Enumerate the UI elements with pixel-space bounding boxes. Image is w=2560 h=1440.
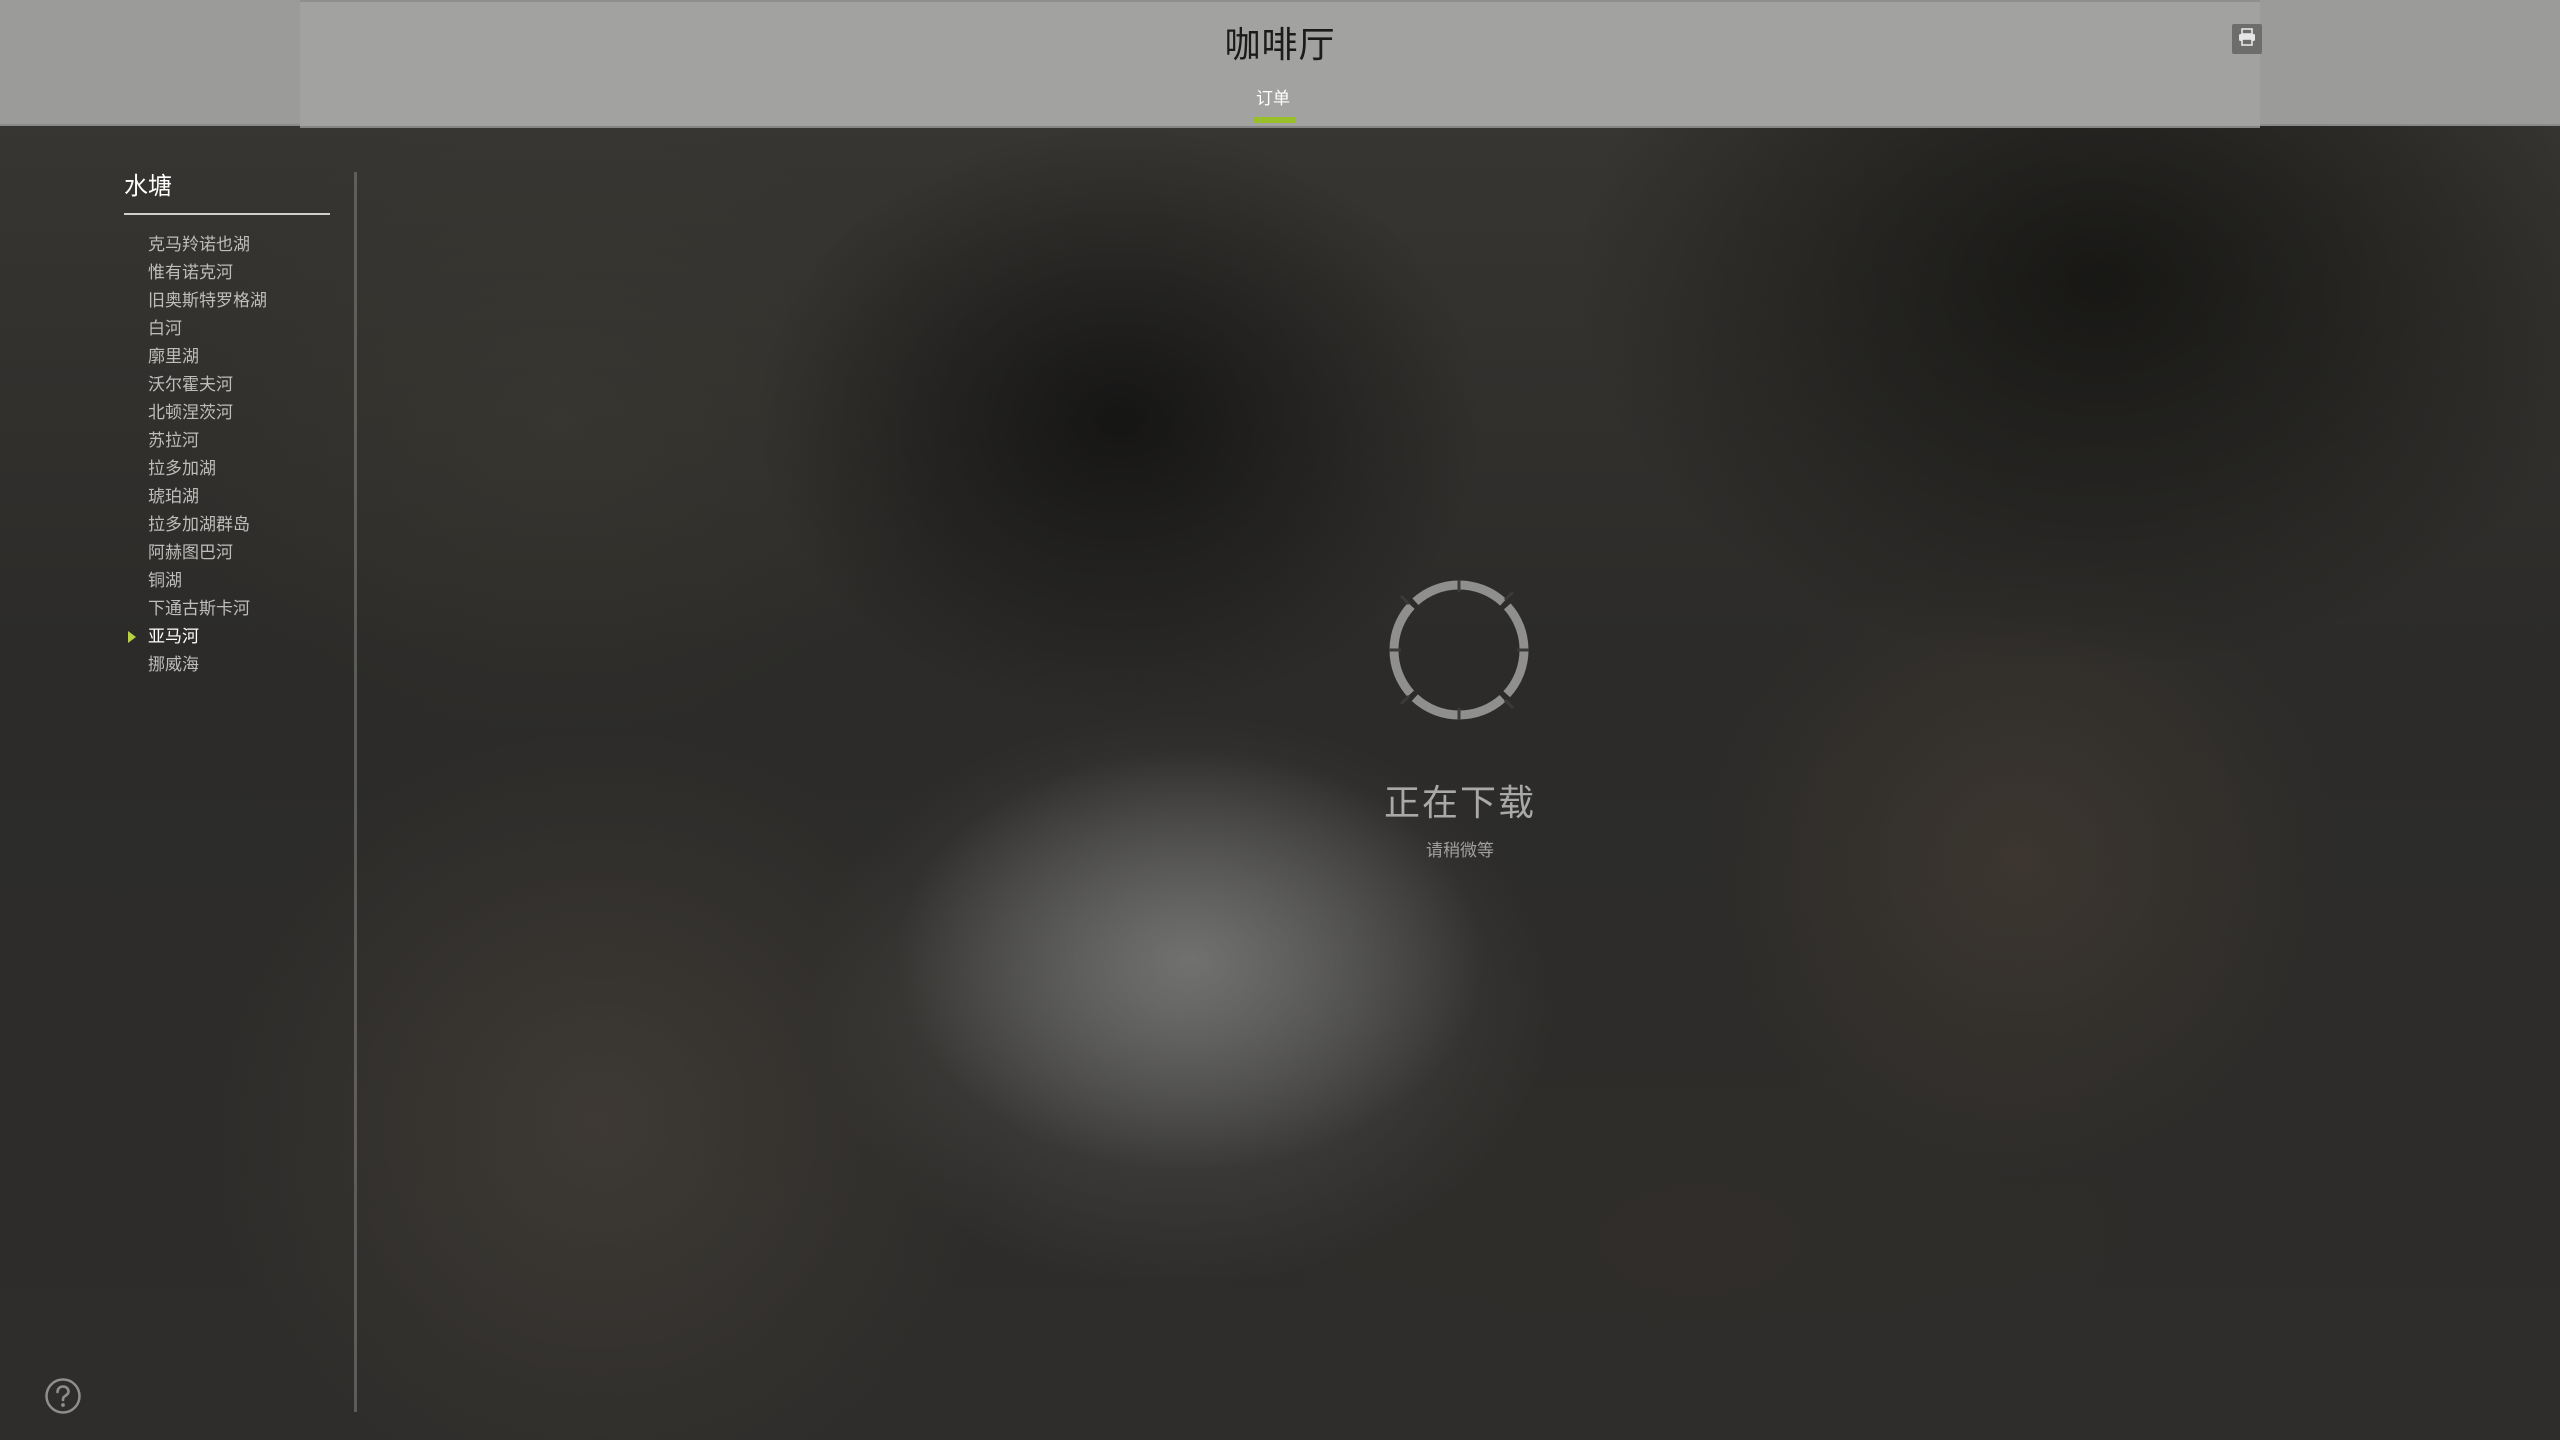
sidebar-item-label: 亚马河 (148, 627, 199, 647)
sidebar-item[interactable]: 挪威海 (124, 651, 330, 679)
sidebar-item[interactable]: 克马羚诺也湖 (124, 231, 330, 259)
sidebar-item-label: 沃尔霍夫河 (148, 375, 233, 395)
loading-title: 正在下载 (1383, 783, 1536, 824)
loading-subtitle: 请稍微等 (1426, 841, 1494, 861)
sidebar-item-label: 苏拉河 (148, 431, 199, 451)
sidebar-list: 克马羚诺也湖 惟有诺克河 旧奥斯特罗格湖 白河 廓里湖 沃尔霍夫河 北顿涅茨河 … (124, 231, 330, 679)
sidebar-item[interactable]: 北顿涅茨河 (124, 399, 330, 427)
sidebar-item[interactable]: 拉多加湖群岛 (124, 511, 330, 539)
sidebar-item-label: 北顿涅茨河 (148, 403, 233, 423)
sidebar-item-label: 挪威海 (148, 655, 199, 675)
sidebar-item[interactable]: 铜湖 (124, 567, 330, 595)
sidebar-item-active[interactable]: 亚马河 (124, 623, 330, 651)
sidebar-item-label: 拉多加湖群岛 (148, 515, 250, 535)
sidebar-item-label: 下通古斯卡河 (148, 599, 250, 619)
sidebar-item[interactable]: 惟有诺克河 (124, 259, 330, 287)
sidebar-item-label: 白河 (148, 319, 182, 339)
page-title: 咖啡厅 (1224, 25, 1336, 66)
sidebar-item-label: 克马羚诺也湖 (148, 235, 250, 255)
sidebar-item[interactable]: 拉多加湖 (124, 455, 330, 483)
sidebar-item-label: 拉多加湖 (148, 459, 216, 479)
loading-spinner-icon (1389, 580, 1529, 720)
active-marker-icon (128, 631, 136, 643)
printer-icon (2237, 27, 2257, 51)
sidebar-item-label: 旧奥斯特罗格湖 (148, 291, 267, 311)
printer-button[interactable] (2232, 24, 2262, 54)
tab-active-indicator (1254, 117, 1296, 123)
sidebar-item[interactable]: 下通古斯卡河 (124, 595, 330, 623)
sidebar-scrollbar[interactable] (354, 172, 357, 1412)
sidebar-item-label: 廓里湖 (148, 347, 199, 367)
sidebar-item-label: 阿赫图巴河 (148, 543, 233, 563)
sidebar-item-label: 惟有诺克河 (148, 263, 233, 283)
help-icon (45, 1378, 81, 1414)
sidebar-item[interactable]: 阿赫图巴河 (124, 539, 330, 567)
sidebar-item[interactable]: 白河 (124, 315, 330, 343)
sidebar-item-label: 琥珀湖 (148, 487, 199, 507)
sidebar-item[interactable]: 廓里湖 (124, 343, 330, 371)
sidebar-item[interactable]: 旧奥斯特罗格湖 (124, 287, 330, 315)
sidebar-item[interactable]: 沃尔霍夫河 (124, 371, 330, 399)
help-button[interactable] (44, 1377, 82, 1415)
sidebar: 水塘 克马羚诺也湖 惟有诺克河 旧奥斯特罗格湖 白河 廓里湖 沃尔霍夫河 北顿涅… (124, 166, 330, 679)
sidebar-item[interactable]: 苏拉河 (124, 427, 330, 455)
sidebar-heading: 水塘 (124, 166, 330, 215)
sidebar-item[interactable]: 琥珀湖 (124, 483, 330, 511)
sidebar-item-label: 铜湖 (148, 571, 182, 591)
